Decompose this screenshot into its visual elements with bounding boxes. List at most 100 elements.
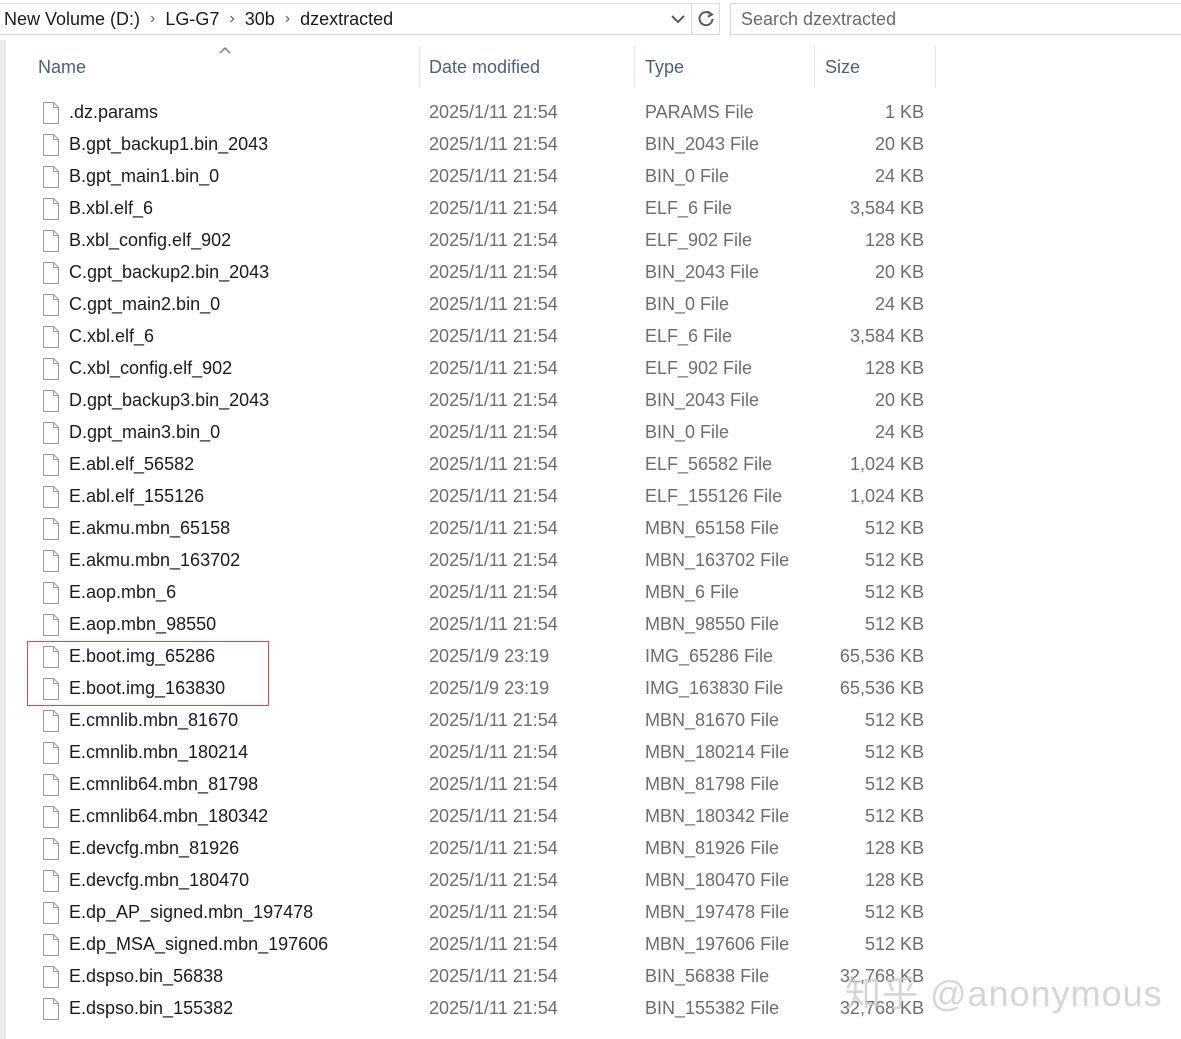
file-row[interactable]: B.xbl_config.elf_902 2025/1/11 21:54 ELF_9… [0,224,1181,256]
file-date-modified: 2025/1/11 21:54 [429,710,558,730]
file-name[interactable]: E.abl.elf_56582 [69,448,194,480]
file-row[interactable]: D.gpt_main3.bin_0 2025/1/11 21:54 BIN_0 Fi… [0,416,1181,448]
horizontal-scrollbar[interactable] [38,1031,1181,1039]
breadcrumb-separator-icon[interactable]: › [144,10,161,28]
file-name[interactable]: E.akmu.mbn_65158 [69,512,230,544]
file-name[interactable]: E.cmnlib.mbn_180214 [69,736,248,768]
column-header-date-modified[interactable]: Date modified [420,46,635,88]
file-row[interactable]: D.gpt_backup3.bin_2043 2025/1/11 21:54 BIN… [0,384,1181,416]
file-row[interactable]: E.aop.mbn_6 2025/1/11 21:54 MBN_6 File 512 … [0,576,1181,608]
file-name[interactable]: E.aop.mbn_6 [69,576,176,608]
file-row[interactable]: E.aop.mbn_98550 2025/1/11 21:54 MBN_98550 … [0,608,1181,640]
file-row[interactable]: E.abl.elf_56582 2025/1/11 21:54 ELF_56582 … [0,448,1181,480]
breadcrumb-separator-icon[interactable]: › [223,10,240,28]
file-name[interactable]: E.abl.elf_155126 [69,480,204,512]
file-name[interactable]: E.cmnlib64.mbn_81798 [69,768,258,800]
file-row[interactable]: B.gpt_main1.bin_0 2025/1/11 21:54 BIN_0 Fi… [0,160,1181,192]
breadcrumb-separator-icon[interactable]: › [279,10,296,28]
file-name[interactable]: E.boot.img_163830 [69,672,225,704]
file-row[interactable]: E.boot.img_163830 2025/1/9 23:19 IMG_16383… [0,672,1181,704]
file-row[interactable]: E.cmnlib64.mbn_81798 2025/1/11 21:54 MBN_8… [0,768,1181,800]
breadcrumb-30b[interactable]: 30b [241,9,279,30]
file-name[interactable]: E.dp_MSA_signed.mbn_197606 [69,928,328,960]
file-name[interactable]: .dz.params [69,96,158,128]
file-row[interactable]: C.gpt_backup2.bin_2043 2025/1/11 21:54 BIN… [0,256,1181,288]
file-row[interactable]: E.boot.img_65286 2025/1/9 23:19 IMG_65286 … [0,640,1181,672]
file-size: 1,024 KB [849,454,924,474]
file-type: IMG_65286 File [645,646,774,666]
file-row[interactable]: E.dp_MSA_signed.mbn_197606 2025/1/11 21:5… [0,928,1181,960]
file-size: 20 KB [874,134,924,154]
file-name[interactable]: E.devcfg.mbn_180470 [69,864,249,896]
file-name[interactable]: C.gpt_backup2.bin_2043 [69,256,269,288]
file-row[interactable]: E.akmu.mbn_163702 2025/1/11 21:54 MBN_1637… [0,544,1181,576]
file-row[interactable]: E.cmnlib64.mbn_180342 2025/1/11 21:54 MBN_… [0,800,1181,832]
file-row[interactable]: B.gpt_backup1.bin_2043 2025/1/11 21:54 BIN… [0,128,1181,160]
file-row[interactable]: B.xbl.elf_6 2025/1/11 21:54 ELF_6 File 3,58… [0,192,1181,224]
breadcrumb-lg-g7[interactable]: LG-G7 [161,9,223,30]
file-row[interactable]: E.cmnlib.mbn_81670 2025/1/11 21:54 MBN_816… [0,704,1181,736]
file-date-modified: 2025/1/11 21:54 [429,230,558,250]
file-size: 128 KB [864,870,924,890]
column-header-type[interactable]: Type [635,46,815,88]
column-header-row: Name Date modified Type Size [6,46,936,88]
file-date-modified: 2025/1/11 21:54 [429,262,558,282]
file-name[interactable]: E.aop.mbn_98550 [69,608,216,640]
file-type: BIN_0 File [645,166,730,186]
file-name[interactable]: E.dp_AP_signed.mbn_197478 [69,896,313,928]
file-row[interactable]: E.akmu.mbn_65158 2025/1/11 21:54 MBN_65158… [0,512,1181,544]
file-name[interactable]: E.cmnlib64.mbn_180342 [69,800,268,832]
file-row[interactable]: C.xbl_config.elf_902 2025/1/11 21:54 ELF_9… [0,352,1181,384]
file-size: 512 KB [864,774,924,794]
file-type: ELF_155126 File [645,486,783,506]
file-name[interactable]: D.gpt_main3.bin_0 [69,416,220,448]
file-name[interactable]: B.xbl_config.elf_902 [69,224,231,256]
file-name[interactable]: E.devcfg.mbn_81926 [69,832,239,864]
file-date-modified: 2025/1/11 21:54 [429,294,558,314]
file-date-modified: 2025/1/11 21:54 [429,518,558,538]
refresh-button[interactable] [692,3,720,35]
file-name[interactable]: B.gpt_backup1.bin_2043 [69,128,268,160]
file-name[interactable]: B.gpt_main1.bin_0 [69,160,219,192]
file-name[interactable]: E.boot.img_65286 [69,640,215,672]
breadcrumb-current-folder[interactable]: dzextracted [296,9,397,30]
file-size: 512 KB [864,902,924,922]
file-row[interactable]: C.xbl.elf_6 2025/1/11 21:54 ELF_6 File 3,58… [0,320,1181,352]
address-bar[interactable]: New Volume (D:) › LG-G7 › 30b › dzextrac… [0,3,692,35]
file-date-modified: 2025/1/11 21:54 [429,102,558,122]
file-name[interactable]: C.xbl_config.elf_902 [69,352,232,384]
file-type: MBN_81670 File [645,710,780,730]
file-date-modified: 2025/1/11 21:54 [429,614,558,634]
file-row[interactable]: E.dp_AP_signed.mbn_197478 2025/1/11 21:54… [0,896,1181,928]
file-name[interactable]: E.dspso.bin_56838 [69,960,223,992]
column-header-size[interactable]: Size [815,46,936,88]
file-row[interactable]: E.devcfg.mbn_81926 2025/1/11 21:54 MBN_819… [0,832,1181,864]
file-type: ELF_6 File [645,326,733,346]
file-type: MBN_180470 File [645,870,790,890]
file-name[interactable]: E.akmu.mbn_163702 [69,544,240,576]
file-name[interactable]: D.gpt_backup3.bin_2043 [69,384,269,416]
file-row[interactable]: E.abl.elf_155126 2025/1/11 21:54 ELF_15512… [0,480,1181,512]
file-size: 128 KB [864,358,924,378]
file-date-modified: 2025/1/9 23:19 [429,678,550,698]
column-header-name[interactable]: Name [38,46,420,88]
breadcrumb-drive[interactable]: New Volume (D:) [0,9,144,30]
file-name[interactable]: C.xbl.elf_6 [69,320,154,352]
file-name[interactable]: E.cmnlib.mbn_81670 [69,704,238,736]
file-size: 128 KB [864,838,924,858]
file-row[interactable]: E.devcfg.mbn_180470 2025/1/11 21:54 MBN_18… [0,864,1181,896]
file-row[interactable]: E.cmnlib.mbn_180214 2025/1/11 21:54 MBN_18… [0,736,1181,768]
chevron-down-icon[interactable] [667,4,689,34]
file-type: PARAMS File [645,102,754,122]
file-name[interactable]: C.gpt_main2.bin_0 [69,288,220,320]
file-type: MBN_81798 File [645,774,780,794]
file-name[interactable]: E.dspso.bin_155382 [69,992,233,1024]
file-type: BIN_2043 File [645,134,760,154]
file-date-modified: 2025/1/11 21:54 [429,902,558,922]
file-name[interactable]: B.xbl.elf_6 [69,192,153,224]
file-type: BIN_2043 File [645,262,760,282]
file-row[interactable]: C.gpt_main2.bin_0 2025/1/11 21:54 BIN_0 Fi… [0,288,1181,320]
search-input[interactable]: Search dzextracted [730,3,1181,35]
file-row[interactable]: .dz.params 2025/1/11 21:54 PARAMS File 1 KB [0,96,1181,128]
file-size: 20 KB [874,262,924,282]
